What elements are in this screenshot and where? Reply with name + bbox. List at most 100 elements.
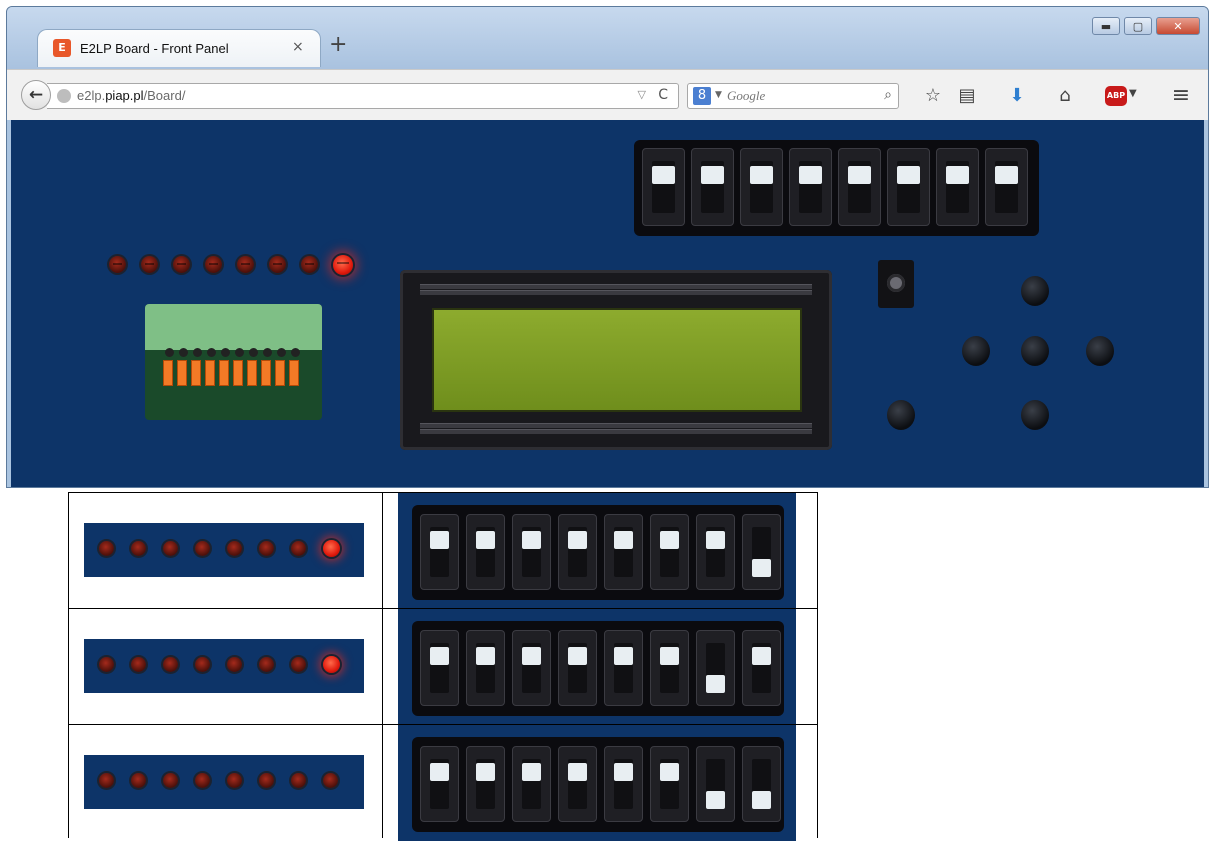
- switch-knob: [522, 647, 541, 666]
- led-7: [323, 540, 340, 557]
- terminal-lever[interactable]: [219, 360, 229, 386]
- bookmark-star-icon[interactable]: ☆: [919, 82, 947, 110]
- dip-switch-4[interactable]: [604, 514, 643, 590]
- dip-switch-0[interactable]: [420, 630, 459, 706]
- search-input[interactable]: Google: [727, 88, 765, 104]
- dip-switch-1[interactable]: [466, 514, 505, 590]
- terminal-hole: [193, 348, 202, 357]
- dip-switch-6[interactable]: [936, 148, 979, 226]
- switch-knob: [614, 531, 633, 550]
- dip-switch-3[interactable]: [558, 514, 597, 590]
- switch-knob: [706, 531, 725, 550]
- button-extra[interactable]: [887, 400, 915, 430]
- terminal-lever[interactable]: [163, 360, 173, 386]
- switch-knob: [522, 763, 541, 782]
- magnifier-icon[interactable]: ⌕: [884, 87, 892, 103]
- url-history-dropdown-icon[interactable]: ▽: [638, 88, 646, 101]
- button-up[interactable]: [1021, 276, 1049, 306]
- dip-switch-3[interactable]: [558, 630, 597, 706]
- dip-switch-7[interactable]: [742, 514, 781, 590]
- dip-switch-4[interactable]: [838, 148, 881, 226]
- switch-knob: [430, 763, 449, 782]
- led-2: [163, 657, 178, 672]
- switch-strip: [398, 493, 796, 609]
- dip-switch-bank: [634, 140, 1039, 236]
- dip-switch-2[interactable]: [512, 514, 551, 590]
- dip-switch-0[interactable]: [420, 514, 459, 590]
- search-bar[interactable]: 8 ▼ Google ⌕: [687, 83, 899, 109]
- tab-title: E2LP Board - Front Panel: [80, 41, 229, 56]
- led-5: [259, 773, 274, 788]
- terminal-lever[interactable]: [275, 360, 285, 386]
- terminal-hole: [179, 348, 188, 357]
- dip-switch-5[interactable]: [650, 514, 689, 590]
- led-5: [269, 256, 286, 273]
- google-search-engine-icon[interactable]: 8: [693, 87, 711, 105]
- led-1: [131, 657, 146, 672]
- adblock-plus-icon[interactable]: ABP: [1105, 86, 1127, 106]
- bookmarks-menu-icon[interactable]: ▤: [953, 82, 981, 110]
- terminal-lever[interactable]: [205, 360, 215, 386]
- terminal-lever[interactable]: [261, 360, 271, 386]
- dip-switch-7[interactable]: [985, 148, 1028, 226]
- dip-switch-4[interactable]: [604, 746, 643, 822]
- dip-switch-7[interactable]: [742, 746, 781, 822]
- dip-switch-5[interactable]: [887, 148, 930, 226]
- switch-knob: [430, 531, 449, 550]
- dip-switch-5[interactable]: [650, 630, 689, 706]
- maximize-button[interactable]: ▢: [1124, 17, 1152, 35]
- url-bar[interactable]: e2lp.piap.pl/Board/ ▽ C: [47, 83, 679, 109]
- tab-close-icon[interactable]: ×: [292, 39, 304, 55]
- dip-switch-6[interactable]: [696, 514, 735, 590]
- title-bar: E E2LP Board - Front Panel × + ▬ ▢ ✕: [7, 7, 1208, 69]
- terminal-lever[interactable]: [247, 360, 257, 386]
- dip-switch-1[interactable]: [691, 148, 734, 226]
- led-2: [173, 256, 190, 273]
- download-icon[interactable]: ⬇: [1003, 82, 1031, 110]
- switch-strip: [398, 609, 796, 725]
- dip-switch-6[interactable]: [696, 630, 735, 706]
- adblock-caret-icon[interactable]: ▼: [1129, 88, 1137, 99]
- dip-switch-1[interactable]: [466, 746, 505, 822]
- button-left[interactable]: [962, 336, 990, 366]
- dip-switch-4[interactable]: [604, 630, 643, 706]
- home-icon[interactable]: ⌂: [1051, 82, 1079, 110]
- dip-switch-5[interactable]: [650, 746, 689, 822]
- new-tab-button[interactable]: +: [329, 33, 347, 57]
- table-row: [69, 492, 817, 609]
- back-button[interactable]: ←: [21, 80, 51, 110]
- button-right[interactable]: [1086, 336, 1114, 366]
- dip-switch-2[interactable]: [512, 630, 551, 706]
- tab-e2lp-board[interactable]: E E2LP Board - Front Panel ×: [37, 29, 321, 67]
- dip-switch-7[interactable]: [742, 630, 781, 706]
- terminal-lever[interactable]: [177, 360, 187, 386]
- switch-knob: [476, 763, 495, 782]
- switch-knob: [799, 165, 822, 184]
- dip-switch-3[interactable]: [789, 148, 832, 226]
- potentiometer[interactable]: [878, 260, 914, 308]
- switch-knob: [752, 559, 771, 578]
- navigation-toolbar: e2lp.piap.pl/Board/ ▽ C ← 8 ▼ Google ⌕ ☆…: [7, 69, 1208, 120]
- terminal-hole: [291, 348, 300, 357]
- dip-switch-0[interactable]: [420, 746, 459, 822]
- minimize-button[interactable]: ▬: [1092, 17, 1120, 35]
- dip-switch-0[interactable]: [642, 148, 685, 226]
- terminal-lever[interactable]: [191, 360, 201, 386]
- button-down[interactable]: [1021, 400, 1049, 430]
- dip-switch-2[interactable]: [740, 148, 783, 226]
- search-engine-caret-icon[interactable]: ▼: [715, 90, 722, 100]
- led-0: [99, 541, 114, 556]
- dip-switch-2[interactable]: [512, 746, 551, 822]
- dip-switch-bank: [412, 737, 784, 832]
- dip-switch-3[interactable]: [558, 746, 597, 822]
- terminal-lever[interactable]: [233, 360, 243, 386]
- reload-icon[interactable]: C: [658, 87, 668, 103]
- dip-switch-1[interactable]: [466, 630, 505, 706]
- terminal-lever[interactable]: [289, 360, 299, 386]
- table-row: [69, 724, 817, 841]
- button-center[interactable]: [1021, 336, 1049, 366]
- table-row: [69, 608, 817, 725]
- dip-switch-6[interactable]: [696, 746, 735, 822]
- close-button[interactable]: ✕: [1156, 17, 1200, 35]
- hamburger-menu-icon[interactable]: ≡: [1167, 82, 1195, 110]
